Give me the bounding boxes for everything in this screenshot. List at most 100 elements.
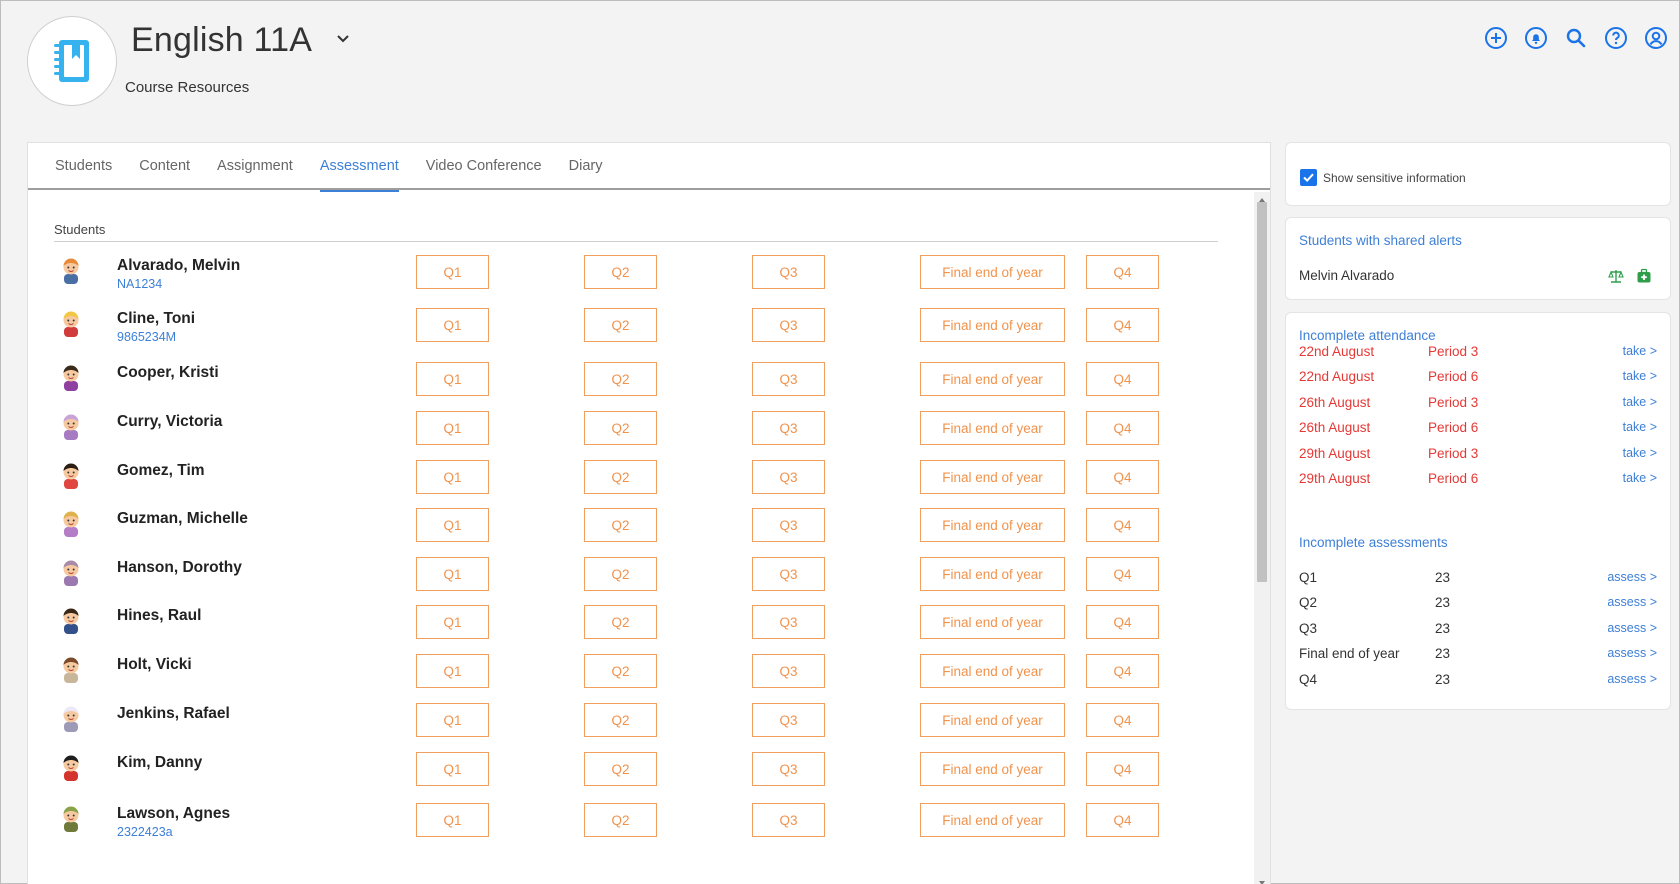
assessment-button-q4[interactable]: Q4 — [1086, 605, 1159, 639]
tab-assessment[interactable]: Assessment — [319, 143, 399, 192]
assessment-button-q1[interactable]: Q1 — [416, 605, 489, 639]
assessment-button-q1[interactable]: Q1 — [416, 557, 489, 591]
sensitive-info-toggle[interactable]: Show sensitive information — [1300, 169, 1466, 186]
take-attendance-link[interactable]: take > — [1623, 395, 1657, 409]
assessment-button-q3[interactable]: Q3 — [752, 460, 825, 494]
assessment-button-q1[interactable]: Q1 — [416, 362, 489, 396]
help-button[interactable] — [1603, 25, 1629, 51]
assessment-button-final[interactable]: Final end of year — [920, 654, 1065, 688]
scroll-up-arrow[interactable] — [1254, 192, 1270, 202]
assessment-button-q4[interactable]: Q4 — [1086, 752, 1159, 786]
scroll-thumb[interactable] — [1257, 202, 1267, 582]
assessment-button-q4[interactable]: Q4 — [1086, 803, 1159, 837]
assess-link[interactable]: assess > — [1607, 672, 1657, 686]
assessment-button-q3[interactable]: Q3 — [752, 255, 825, 289]
assessment-button-final[interactable]: Final end of year — [920, 362, 1065, 396]
assessment-button-final[interactable]: Final end of year — [920, 460, 1065, 494]
medical-kit-icon[interactable] — [1636, 268, 1652, 284]
assessment-button-final[interactable]: Final end of year — [920, 557, 1065, 591]
student-name[interactable]: Alvarado, Melvin — [117, 257, 240, 275]
assessment-button-q2[interactable]: Q2 — [584, 605, 657, 639]
assessment-button-q4[interactable]: Q4 — [1086, 362, 1159, 396]
assessment-button-q2[interactable]: Q2 — [584, 411, 657, 445]
scrollbar[interactable] — [1254, 192, 1270, 884]
assessment-button-final[interactable]: Final end of year — [920, 411, 1065, 445]
assessment-button-q2[interactable]: Q2 — [584, 460, 657, 494]
assessment-button-q3[interactable]: Q3 — [752, 703, 825, 737]
search-button[interactable] — [1563, 25, 1589, 51]
assess-link[interactable]: assess > — [1607, 570, 1657, 584]
assessment-button-q2[interactable]: Q2 — [584, 508, 657, 542]
assessment-button-q3[interactable]: Q3 — [752, 803, 825, 837]
assessment-button-q3[interactable]: Q3 — [752, 654, 825, 688]
scroll-down-arrow[interactable] — [1254, 875, 1270, 884]
student-id[interactable]: 9865234M — [117, 330, 176, 344]
student-name[interactable]: Cooper, Kristi — [117, 364, 219, 382]
student-name[interactable]: Hanson, Dorothy — [117, 559, 242, 577]
assessment-button-q3[interactable]: Q3 — [752, 605, 825, 639]
student-name[interactable]: Lawson, Agnes — [117, 805, 230, 823]
notifications-button[interactable] — [1523, 25, 1549, 51]
student-name[interactable]: Curry, Victoria — [117, 413, 222, 431]
assessment-button-q2[interactable]: Q2 — [584, 752, 657, 786]
assessment-button-q3[interactable]: Q3 — [752, 308, 825, 342]
assessment-button-q2[interactable]: Q2 — [584, 557, 657, 591]
assessment-button-q2[interactable]: Q2 — [584, 803, 657, 837]
student-name[interactable]: Gomez, Tim — [117, 462, 205, 480]
student-id[interactable]: NA1234 — [117, 277, 162, 291]
assess-link[interactable]: assess > — [1607, 595, 1657, 609]
assessment-button-q2[interactable]: Q2 — [584, 654, 657, 688]
assessment-button-q4[interactable]: Q4 — [1086, 308, 1159, 342]
assessment-button-q1[interactable]: Q1 — [416, 654, 489, 688]
take-attendance-link[interactable]: take > — [1623, 344, 1657, 358]
student-name[interactable]: Jenkins, Rafael — [117, 705, 230, 723]
assessment-button-q3[interactable]: Q3 — [752, 508, 825, 542]
take-attendance-link[interactable]: take > — [1623, 420, 1657, 434]
course-switch-chevron[interactable] — [333, 29, 353, 49]
assessment-button-q1[interactable]: Q1 — [416, 411, 489, 445]
assessment-button-final[interactable]: Final end of year — [920, 308, 1065, 342]
tab-content[interactable]: Content — [139, 143, 190, 190]
assessment-button-q1[interactable]: Q1 — [416, 255, 489, 289]
assessment-button-q1[interactable]: Q1 — [416, 308, 489, 342]
take-attendance-link[interactable]: take > — [1623, 446, 1657, 460]
tab-students[interactable]: Students — [55, 143, 112, 190]
scales-icon[interactable] — [1608, 268, 1624, 284]
assessment-button-final[interactable]: Final end of year — [920, 703, 1065, 737]
student-id[interactable]: 2322423a — [117, 825, 173, 839]
assessment-button-q3[interactable]: Q3 — [752, 362, 825, 396]
assessment-button-final[interactable]: Final end of year — [920, 752, 1065, 786]
assessment-button-q2[interactable]: Q2 — [584, 308, 657, 342]
assessment-button-q1[interactable]: Q1 — [416, 703, 489, 737]
add-button[interactable] — [1483, 25, 1509, 51]
assessment-button-q1[interactable]: Q1 — [416, 752, 489, 786]
assess-link[interactable]: assess > — [1607, 621, 1657, 635]
assessment-button-q4[interactable]: Q4 — [1086, 508, 1159, 542]
tab-diary[interactable]: Diary — [569, 143, 603, 190]
tab-video-conference[interactable]: Video Conference — [426, 143, 542, 190]
take-attendance-link[interactable]: take > — [1623, 369, 1657, 383]
assessment-button-q4[interactable]: Q4 — [1086, 411, 1159, 445]
assessment-button-q1[interactable]: Q1 — [416, 460, 489, 494]
alert-student-name[interactable]: Melvin Alvarado — [1299, 268, 1394, 283]
assessment-button-q4[interactable]: Q4 — [1086, 460, 1159, 494]
take-attendance-link[interactable]: take > — [1623, 471, 1657, 485]
assess-link[interactable]: assess > — [1607, 646, 1657, 660]
assessment-button-q1[interactable]: Q1 — [416, 803, 489, 837]
tab-assignment[interactable]: Assignment — [217, 143, 293, 190]
assessment-button-q4[interactable]: Q4 — [1086, 654, 1159, 688]
sensitive-info-checkbox[interactable] — [1300, 169, 1317, 186]
student-name[interactable]: Kim, Danny — [117, 754, 202, 772]
assessment-button-q4[interactable]: Q4 — [1086, 703, 1159, 737]
account-button[interactable] — [1643, 25, 1669, 51]
student-name[interactable]: Hines, Raul — [117, 607, 201, 625]
assessment-button-q3[interactable]: Q3 — [752, 752, 825, 786]
assessment-button-q4[interactable]: Q4 — [1086, 255, 1159, 289]
student-name[interactable]: Cline, Toni — [117, 310, 195, 328]
assessment-button-q2[interactable]: Q2 — [584, 255, 657, 289]
assessment-button-q1[interactable]: Q1 — [416, 508, 489, 542]
assessment-button-q2[interactable]: Q2 — [584, 362, 657, 396]
assessment-button-q3[interactable]: Q3 — [752, 411, 825, 445]
assessment-button-final[interactable]: Final end of year — [920, 803, 1065, 837]
assessment-button-final[interactable]: Final end of year — [920, 255, 1065, 289]
